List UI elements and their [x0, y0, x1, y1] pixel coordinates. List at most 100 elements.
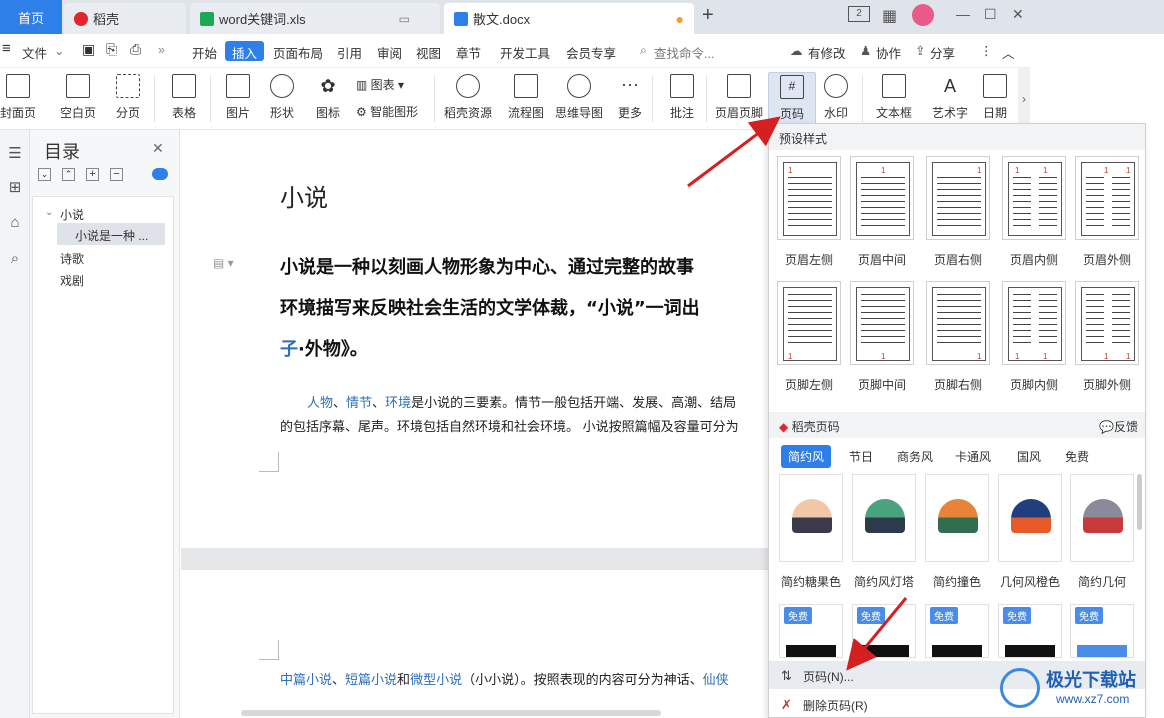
- category-simple[interactable]: 简约风: [781, 445, 832, 468]
- minimize-icon[interactable]: —: [956, 6, 970, 22]
- toc-icon[interactable]: ☰: [6, 144, 24, 162]
- link-novella[interactable]: 中篇小说: [280, 672, 332, 687]
- category-festival[interactable]: 节日: [849, 448, 873, 465]
- collapse-icon[interactable]: ︿: [1002, 43, 1015, 62]
- menu-page-layout[interactable]: 页面布局: [273, 43, 323, 62]
- link-short-story[interactable]: 短篇小说: [345, 672, 397, 687]
- collapse-all-icon[interactable]: ⌃: [62, 168, 75, 181]
- ribbon-scroll-right-icon[interactable]: ›: [1018, 68, 1030, 130]
- toc-item-novel-def[interactable]: 小说是一种 ...: [57, 223, 165, 245]
- category-free[interactable]: 免费: [1065, 448, 1089, 465]
- collab-button[interactable]: 协作: [876, 43, 901, 62]
- footer-style-thumb[interactable]: 11: [1002, 281, 1066, 365]
- toc-item-novel[interactable]: 小说: [60, 206, 84, 223]
- style-card[interactable]: 免费: [925, 604, 989, 658]
- header-style-thumb[interactable]: 1: [850, 156, 914, 240]
- style-card[interactable]: 免费: [998, 604, 1062, 658]
- header-style-thumb[interactable]: 11: [1075, 156, 1139, 240]
- page-number-button[interactable]: # 页码: [768, 72, 816, 126]
- tab-xls-monitor-icon[interactable]: ▭: [399, 12, 410, 26]
- close-icon[interactable]: ✕: [1012, 6, 1024, 23]
- picture-button[interactable]: 图片: [214, 72, 262, 126]
- outline-icon[interactable]: ⊞: [6, 178, 24, 196]
- more-vert-icon[interactable]: ⋮: [980, 43, 993, 58]
- save-icon[interactable]: ▣: [82, 41, 95, 58]
- date-button[interactable]: 日期: [974, 72, 1016, 126]
- hamburger-icon[interactable]: ≡: [2, 40, 11, 57]
- menu-file[interactable]: 文件: [22, 43, 47, 62]
- link-zi[interactable]: 子: [280, 339, 298, 360]
- modified-button[interactable]: 有修改: [808, 43, 846, 62]
- header-footer-button[interactable]: 页眉页脚: [712, 72, 766, 126]
- search-panel-icon[interactable]: ⌕: [6, 250, 24, 267]
- remove-heading-icon[interactable]: −: [110, 168, 123, 181]
- menu-chapter[interactable]: 章节: [456, 43, 481, 62]
- category-business[interactable]: 商务风: [897, 448, 933, 465]
- new-tab-button[interactable]: +: [702, 4, 714, 27]
- blank-page-button[interactable]: 空白页: [54, 72, 102, 126]
- toc-item-drama[interactable]: 戏剧: [60, 272, 84, 289]
- menu-review[interactable]: 审阅: [377, 43, 402, 62]
- wordart-button[interactable]: A 艺术字: [926, 72, 974, 126]
- style-card[interactable]: 免费: [852, 604, 916, 658]
- avatar[interactable]: [912, 4, 934, 26]
- daoke-resource-button[interactable]: 稻壳资源: [444, 72, 492, 126]
- menu-insert[interactable]: 插入: [225, 41, 265, 61]
- more-button[interactable]: ··· 更多: [606, 72, 654, 126]
- tab-doc[interactable]: 散文.docx ●: [444, 3, 694, 34]
- menu-dev-tools[interactable]: 开发工具: [500, 43, 550, 62]
- menu-start[interactable]: 开始: [192, 43, 217, 62]
- link-plot[interactable]: 情节: [346, 395, 372, 410]
- add-heading-icon[interactable]: +: [86, 168, 99, 181]
- tab-daoke[interactable]: 稻壳: [64, 3, 186, 34]
- document-canvas[interactable]: 小说 ▤ ▾ 小说是一种以刻画人物形象为中心、通过完整的故事 环境描写来反映社会…: [181, 130, 768, 718]
- style-card[interactable]: [998, 474, 1062, 562]
- header-style-thumb[interactable]: 11: [1002, 156, 1066, 240]
- smart-art-button[interactable]: ⚙ 智能图形: [356, 103, 418, 120]
- style-card[interactable]: [852, 474, 916, 562]
- flowchart-button[interactable]: 流程图: [502, 72, 550, 126]
- comment-button[interactable]: 批注: [658, 72, 706, 126]
- feedback-button[interactable]: 💬反馈: [1099, 418, 1138, 435]
- toc-close-icon[interactable]: ✕: [152, 140, 164, 157]
- link-xianxia[interactable]: 仙侠: [703, 672, 729, 687]
- share-button[interactable]: 分享: [930, 43, 955, 62]
- grid-icon[interactable]: ▦: [882, 6, 897, 26]
- maximize-icon[interactable]: ☐: [984, 6, 997, 23]
- header-style-thumb[interactable]: 1: [926, 156, 990, 240]
- paragraph-handle-icon[interactable]: ▤ ▾: [213, 256, 234, 270]
- watermark-button[interactable]: 水印: [812, 72, 860, 126]
- print-icon[interactable]: ⎙: [130, 41, 141, 58]
- tab-xls[interactable]: word关键词.xls ▭: [190, 3, 440, 34]
- style-card[interactable]: [1070, 474, 1134, 562]
- category-cartoon[interactable]: 卡通风: [955, 448, 991, 465]
- menu-view[interactable]: 视图: [416, 43, 441, 62]
- tab-home[interactable]: 首页: [0, 0, 62, 34]
- toc-item-poetry[interactable]: 诗歌: [60, 250, 84, 267]
- smart-toc-icon[interactable]: [152, 168, 168, 180]
- export-icon[interactable]: ⎘: [106, 41, 117, 58]
- more-chevron-icon[interactable]: »: [158, 43, 165, 57]
- footer-style-thumb[interactable]: 1: [850, 281, 914, 365]
- icon-button[interactable]: ✿ 图标: [304, 72, 352, 126]
- page-break-button[interactable]: 分页: [104, 72, 152, 126]
- command-search-input[interactable]: 查找命令...: [654, 43, 714, 62]
- menu-member[interactable]: 会员专享: [566, 43, 616, 62]
- table-button[interactable]: 表格: [160, 72, 208, 126]
- cards-scrollbar[interactable]: [1137, 474, 1142, 530]
- horizontal-scrollbar[interactable]: [241, 710, 661, 716]
- link-setting[interactable]: 环境: [385, 395, 411, 410]
- cover-page-button[interactable]: 封面页: [0, 72, 42, 126]
- footer-style-thumb[interactable]: 1: [926, 281, 990, 365]
- style-card[interactable]: [925, 474, 989, 562]
- link-character[interactable]: 人物: [307, 395, 333, 410]
- style-card[interactable]: [779, 474, 843, 562]
- style-card[interactable]: 免费: [779, 604, 843, 658]
- menu-references[interactable]: 引用: [337, 43, 362, 62]
- chart-button[interactable]: ▥ 图表 ▾: [356, 76, 404, 93]
- toc-expand-arrow-icon[interactable]: ⌄: [45, 207, 53, 218]
- style-card[interactable]: 免费: [1070, 604, 1134, 658]
- category-chinese[interactable]: 国风: [1017, 448, 1041, 465]
- textbox-button[interactable]: 文本框: [870, 72, 918, 126]
- mindmap-button[interactable]: 思维导图: [555, 72, 603, 126]
